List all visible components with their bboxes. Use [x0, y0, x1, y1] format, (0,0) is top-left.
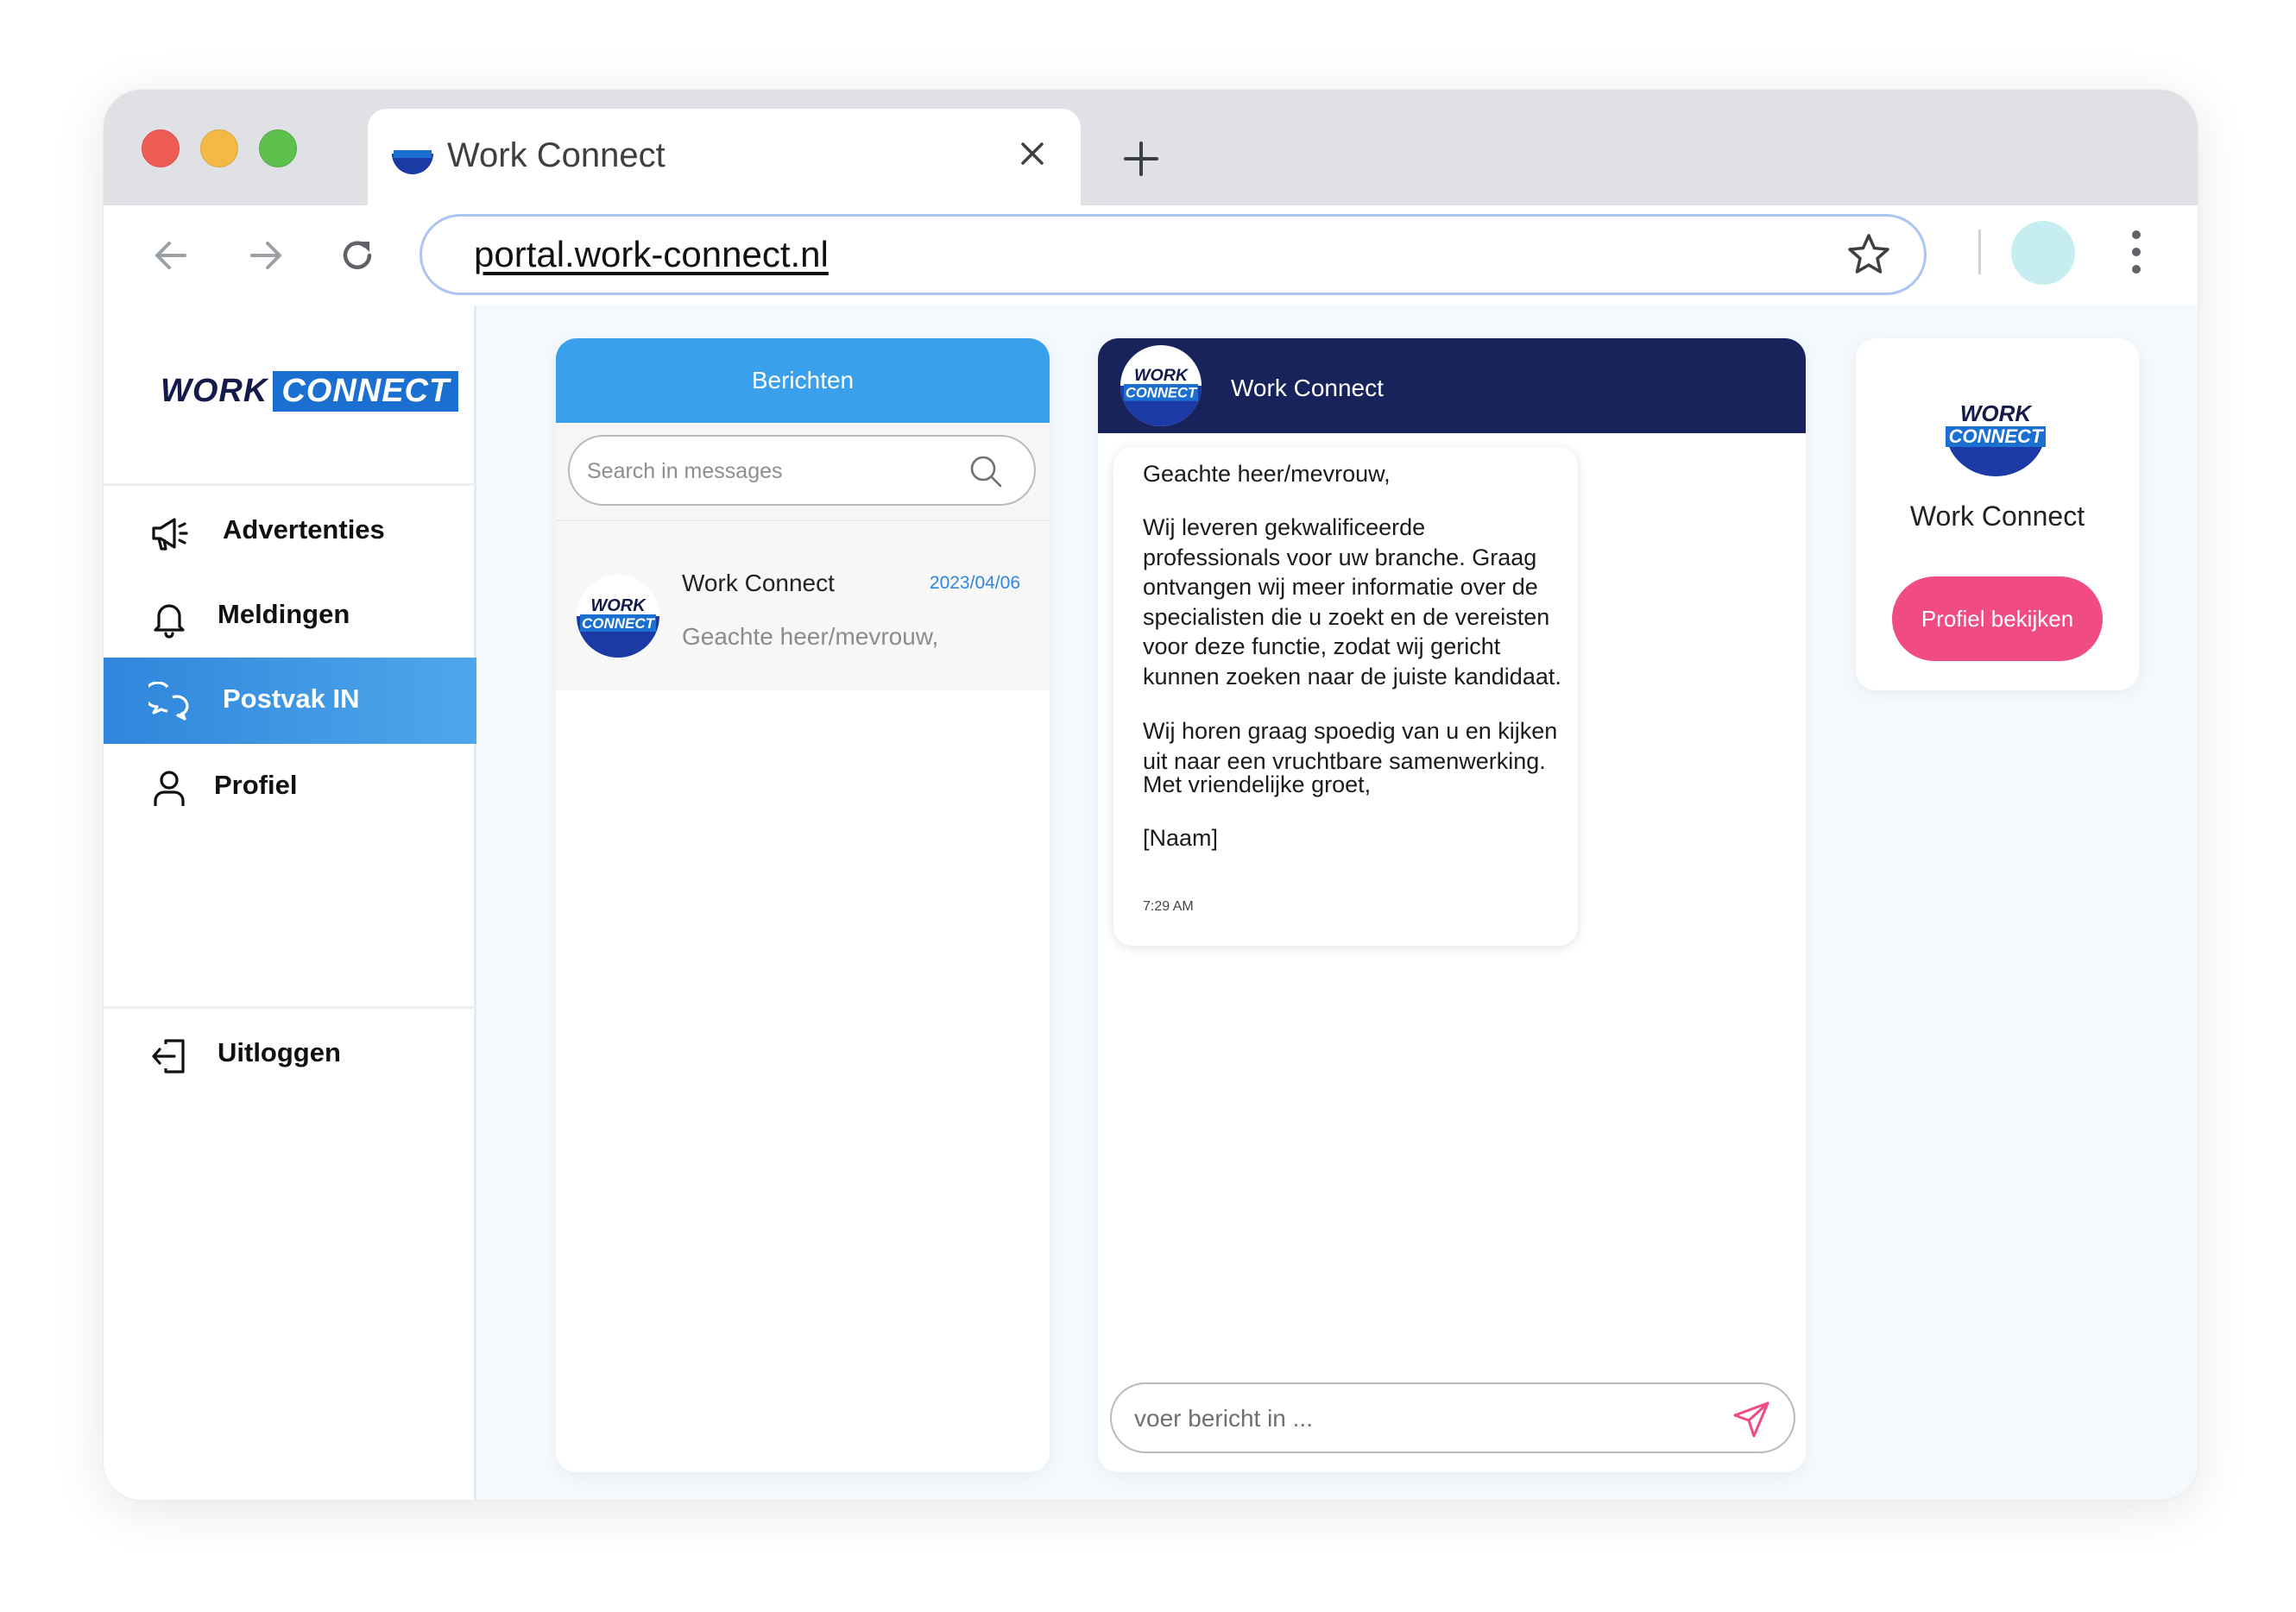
maximize-window-button[interactable] [259, 129, 297, 167]
svg-text:WORK: WORK [1134, 366, 1189, 385]
megaphone-icon [152, 518, 188, 551]
sidebar-item-meldingen[interactable]: Meldingen [104, 573, 476, 659]
forward-icon[interactable] [238, 228, 293, 283]
tab-bar: Work Connect [104, 90, 2198, 205]
message-closing: Met vriendelijke groet, [1143, 771, 1372, 797]
sidebar-item-postvak-in[interactable]: Postvak IN [104, 658, 476, 744]
user-icon [154, 771, 185, 806]
message-signature: [Naam] [1143, 825, 1219, 851]
svg-text:CONNECT: CONNECT [582, 615, 656, 632]
bell-icon [154, 604, 185, 639]
toolbar-divider [1978, 230, 1981, 274]
minimize-window-button[interactable] [200, 129, 238, 167]
sidebar-item-advertenties[interactable]: Advertenties [104, 488, 476, 575]
conversation-avatar: WORK CONNECT [577, 575, 659, 658]
messages-header: Berichten [556, 338, 1050, 423]
reload-icon[interactable] [330, 228, 385, 283]
message-time: 7:29 AM [1143, 899, 1194, 914]
message-bubble: Geachte heer/mevrouw, Wij leveren gekwal… [1113, 447, 1578, 946]
svg-text:WORK: WORK [590, 596, 647, 615]
send-icon[interactable] [1731, 1400, 1771, 1439]
profile-name: Work Connect [1909, 501, 2085, 532]
svg-text:WORK: WORK [1960, 400, 2034, 426]
tab-title: Work Connect [447, 136, 665, 174]
favicon-icon [392, 142, 433, 174]
sidebar-divider [104, 483, 476, 486]
browser-menu-icon[interactable] [2123, 224, 2149, 280]
chat-panel: WORK CONNECT Work Connect Geachte heer/m… [1098, 338, 1806, 1472]
browser-window: Work Connect portal.work-connect.nl WORK… [104, 90, 2198, 1500]
search-icon[interactable] [968, 454, 1003, 488]
close-tab-icon[interactable] [1008, 129, 1057, 178]
address-bar[interactable]: portal.work-connect.nl [419, 214, 1927, 295]
app-content: WORK CONNECT Advertenties Meldingen Post… [104, 305, 2198, 1500]
message-greeting: Geachte heer/mevrouw, [1143, 461, 1391, 487]
message-paragraph: Wij leveren gekwalificeerde professional… [1143, 514, 1561, 690]
browser-toolbar: portal.work-connect.nl [104, 205, 2198, 305]
sidebar: WORK CONNECT Advertenties Meldingen Post… [104, 305, 476, 1500]
message-input[interactable] [1134, 1398, 1704, 1439]
logout-button[interactable]: Uitloggen [104, 1011, 476, 1098]
chat-bubbles-icon [148, 682, 189, 721]
message-compose[interactable] [1110, 1382, 1795, 1453]
back-icon[interactable] [143, 228, 199, 283]
search-field[interactable] [568, 435, 1036, 506]
view-profile-button[interactable]: Profiel bekijken [1892, 576, 2103, 661]
url-text: portal.work-connect.nl [474, 234, 829, 274]
svg-text:CONNECT: CONNECT [1126, 385, 1198, 401]
chat-contact-name: Work Connect [1231, 375, 1384, 401]
new-tab-icon[interactable] [1115, 133, 1167, 185]
sidebar-divider [104, 1006, 476, 1009]
company-logo: WORK CONNECT [1946, 400, 2046, 476]
browser-tab[interactable]: Work Connect [368, 109, 1081, 205]
chat-contact-avatar: WORK CONNECT [1120, 344, 1202, 427]
logout-icon [152, 1039, 185, 1074]
conversation-item[interactable]: WORK CONNECT Work Connect 2023/04/06 Gea… [556, 519, 1050, 690]
conversation-name: Work Connect [682, 570, 835, 596]
chat-header: WORK CONNECT Work Connect [1098, 338, 1806, 433]
conversation-preview: Geachte heer/mevrouw, [682, 623, 939, 650]
bookmark-star-icon[interactable] [1845, 230, 1893, 279]
close-window-button[interactable] [142, 129, 180, 167]
messages-panel: Berichten WORK CONNECT [556, 338, 1050, 1472]
brand-logo[interactable]: WORK CONNECT [161, 369, 459, 412]
profile-card: WORK CONNECT Work Connect Profiel bekijk… [1856, 338, 2139, 690]
svg-text:CONNECT: CONNECT [1949, 425, 2044, 447]
sidebar-item-profiel[interactable]: Profiel [104, 744, 476, 830]
browser-profile-avatar[interactable] [2011, 221, 2075, 285]
message-paragraph: Wij horen graag spoedig van u en kijken … [1143, 718, 1558, 774]
search-input[interactable] [587, 450, 967, 492]
conversation-date: 2023/04/06 [929, 573, 1020, 593]
search-zone [556, 423, 1050, 519]
